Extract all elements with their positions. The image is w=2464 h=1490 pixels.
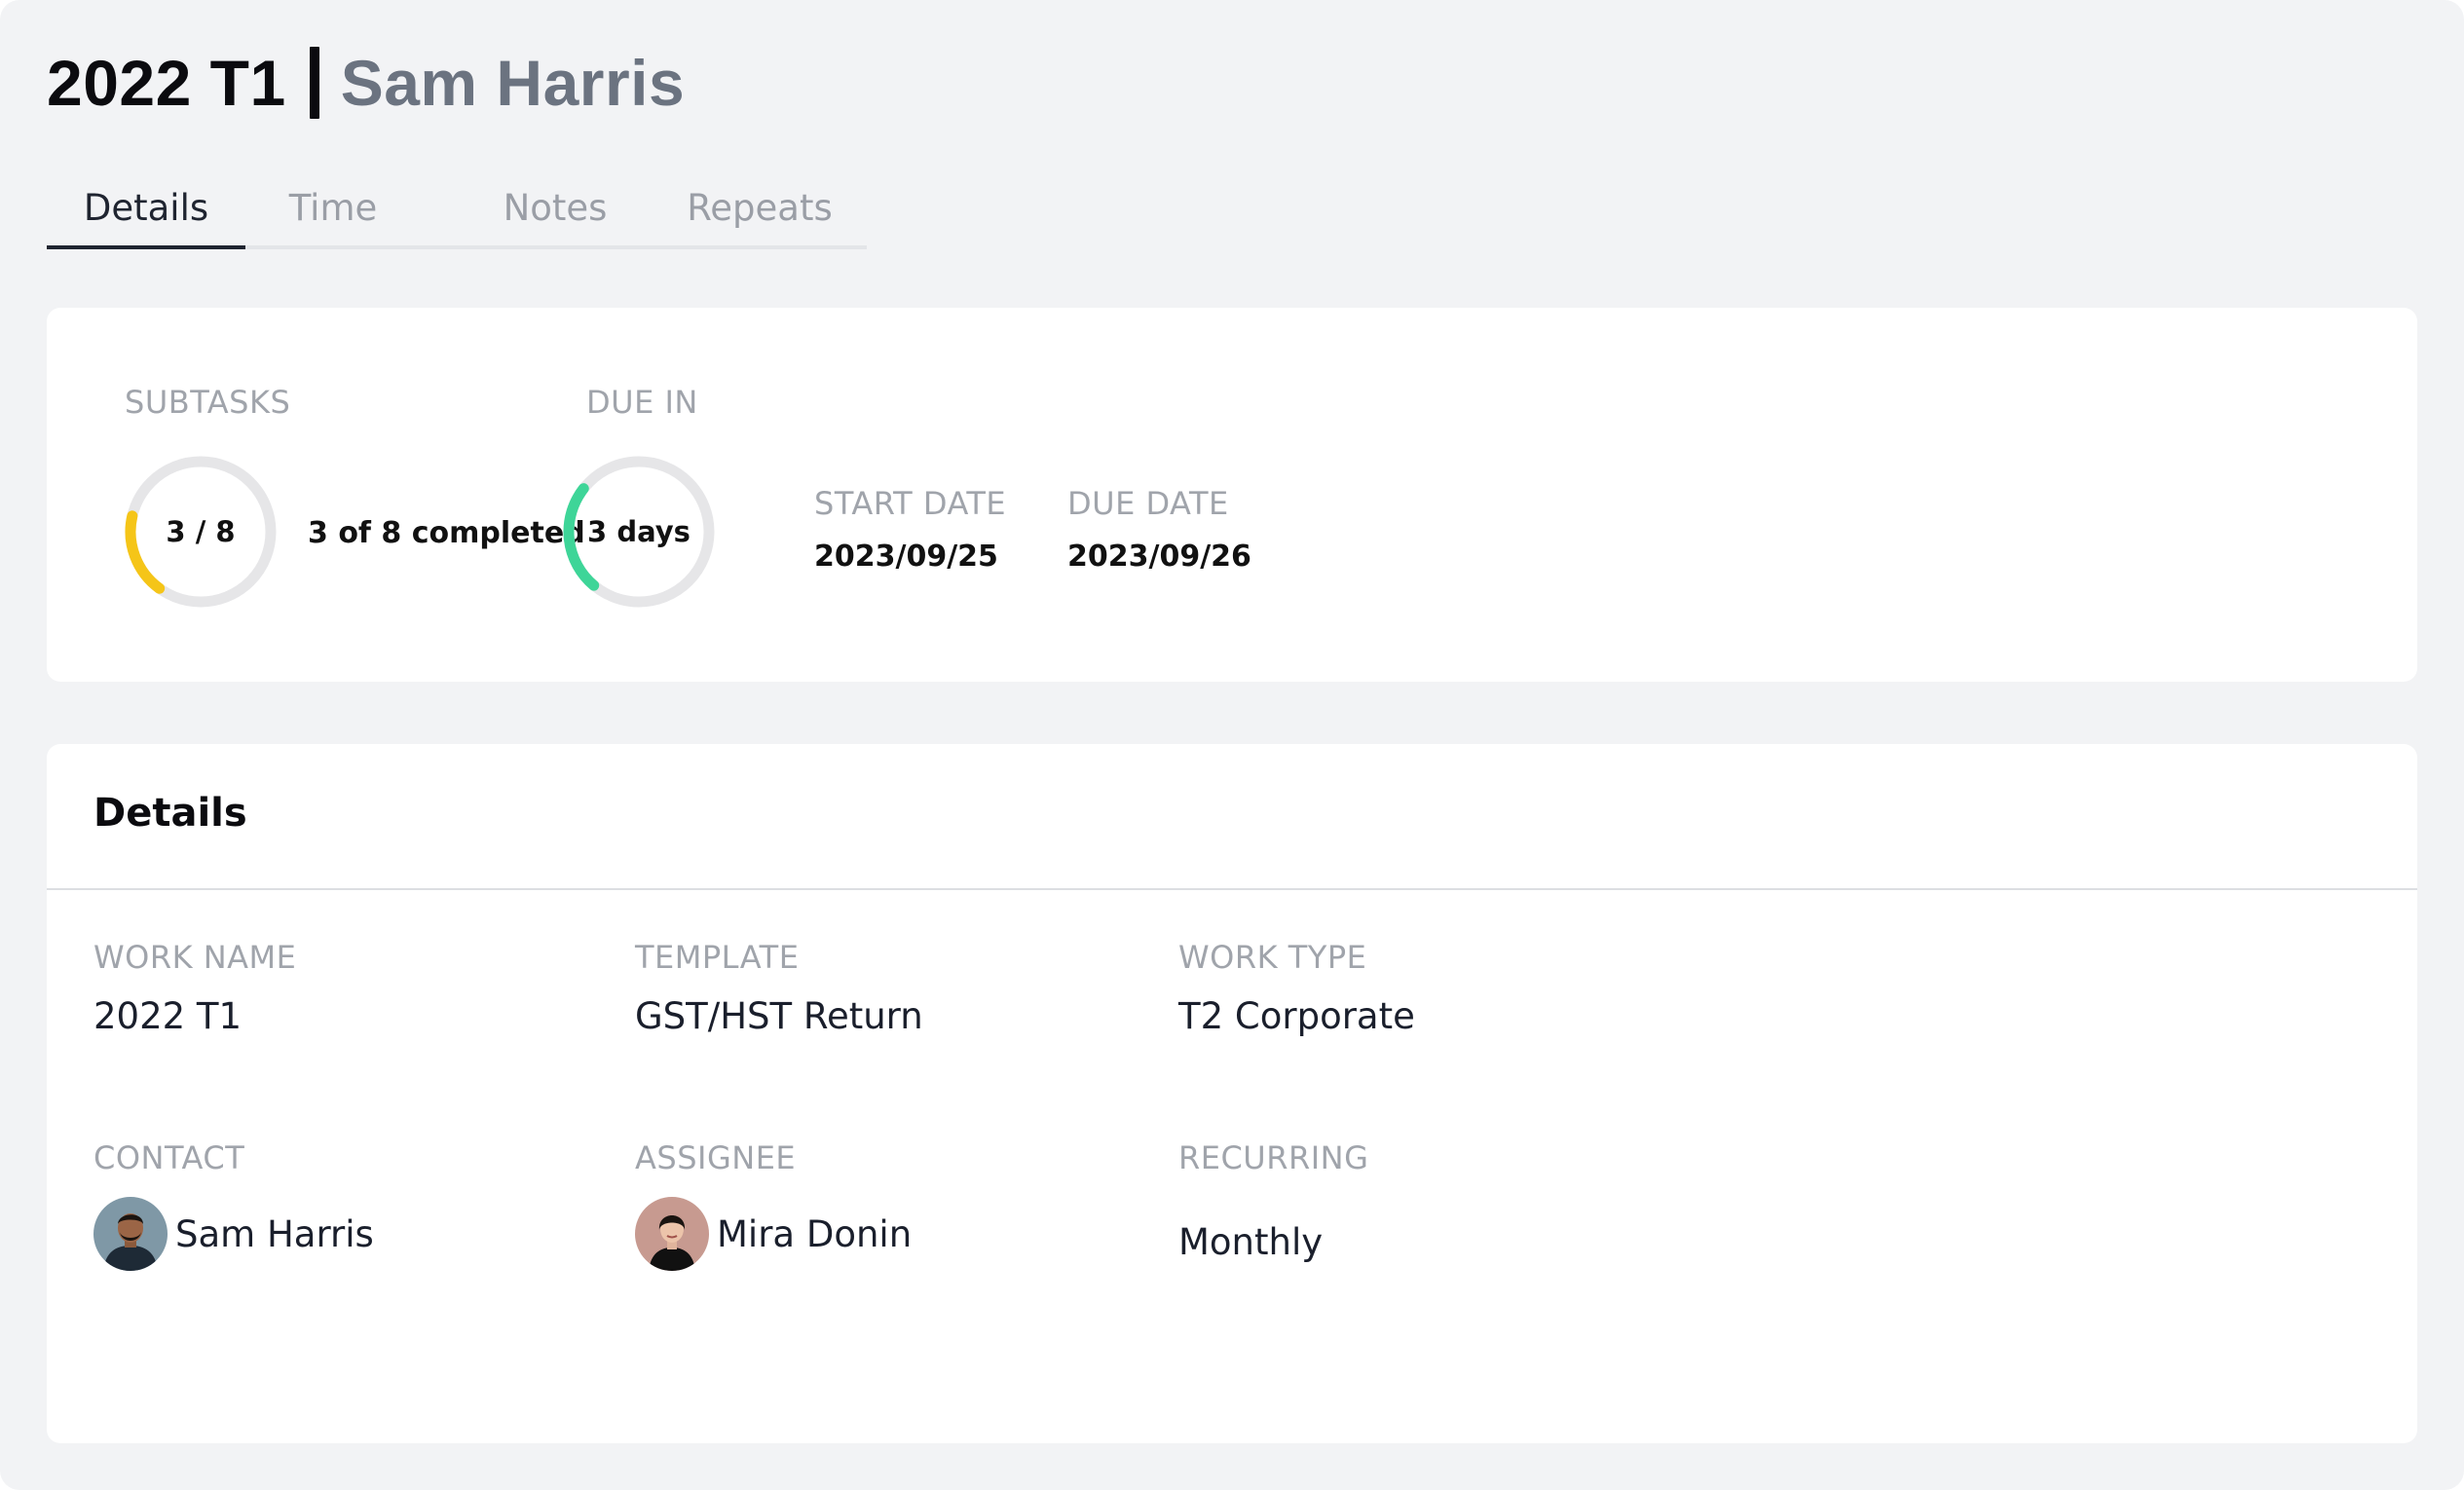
due-date-label: DUE DATE — [1067, 485, 1229, 522]
work-name-label: WORK NAME — [93, 939, 297, 976]
contact-person[interactable]: Sam Harris — [93, 1196, 374, 1272]
work-name-value: 2022 T1 — [93, 995, 243, 1037]
due-date-value: 2023/09/26 — [1067, 540, 1251, 574]
due-in-label: DUE IN — [586, 384, 698, 421]
recurring-label: RECURRING — [1178, 1139, 1369, 1176]
page-title-work-name: 2022 T1 — [47, 47, 286, 119]
avatar-sam-harris-icon — [93, 1197, 168, 1271]
subtasks-progress-ring: 3 / 8 — [123, 454, 279, 610]
contact-name: Sam Harris — [175, 1212, 374, 1255]
work-detail-screen: 2022 T1 Sam Harris Details Time Notes Re… — [0, 0, 2464, 1490]
due-in-ring: 3 days — [561, 454, 717, 610]
subtasks-summary: 3 of 8 completed — [308, 516, 585, 550]
details-card-title: Details — [93, 791, 247, 836]
tab-notes[interactable]: Notes — [448, 171, 662, 245]
title-separator — [309, 47, 319, 119]
tab-repeats[interactable]: Repeats — [662, 171, 857, 245]
contact-label: CONTACT — [93, 1139, 245, 1176]
details-card: Details WORK NAME 2022 T1 TEMPLATE GST/H… — [47, 744, 2417, 1443]
page-title: 2022 T1 Sam Harris — [47, 39, 685, 127]
assignee-person[interactable]: Mira Donin — [635, 1196, 912, 1272]
avatar-mira-donin-icon — [635, 1197, 709, 1271]
template-label: TEMPLATE — [635, 939, 800, 976]
due-in-value: 3 days — [587, 515, 691, 548]
work-type-value: T2 Corporate — [1178, 995, 1415, 1037]
tab-details[interactable]: Details — [47, 171, 245, 249]
start-date-value: 2023/09/25 — [814, 540, 998, 574]
template-value: GST/HST Return — [635, 995, 923, 1037]
page-title-contact-name: Sam Harris — [340, 47, 686, 119]
tab-time[interactable]: Time — [245, 171, 421, 245]
recurring-value: Monthly — [1178, 1221, 1324, 1263]
subtasks-label: SUBTASKS — [125, 384, 291, 421]
subtasks-ring-value: 3 / 8 — [166, 515, 236, 548]
details-card-header: Details — [47, 744, 2417, 890]
contact-avatar — [93, 1197, 168, 1271]
assignee-label: ASSIGNEE — [635, 1139, 797, 1176]
tab-bar: Details Time Notes Repeats — [47, 171, 867, 249]
start-date-label: START DATE — [814, 485, 1007, 522]
work-type-label: WORK TYPE — [1178, 939, 1367, 976]
assignee-avatar — [635, 1197, 709, 1271]
summary-card: SUBTASKS 3 / 8 3 of 8 completed DUE IN 3… — [47, 308, 2417, 682]
assignee-name: Mira Donin — [717, 1212, 913, 1255]
